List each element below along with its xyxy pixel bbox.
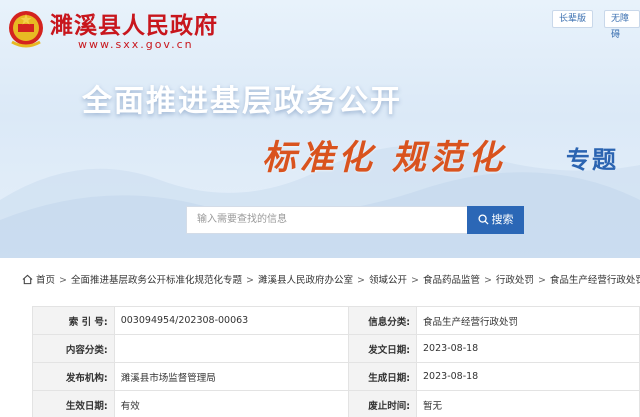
banner-headline: 全面推进基层政务公开 bbox=[82, 84, 402, 119]
expire-time-label: 废止时间: bbox=[348, 390, 418, 417]
home-icon bbox=[22, 274, 33, 285]
breadcrumb-separator: > bbox=[59, 275, 67, 286]
breadcrumb-separator: > bbox=[410, 275, 419, 286]
accessibility-button[interactable]: 无障碍 bbox=[604, 10, 640, 40]
category-value: 食品生产经营行政处罚 bbox=[416, 306, 640, 335]
breadcrumb-item-current[interactable]: 食品生产经营行政处罚 bbox=[550, 275, 640, 286]
table-row: 内容分类: 发文日期: 2023-08-18 bbox=[32, 334, 640, 363]
search-button[interactable]: 搜索 bbox=[467, 206, 524, 234]
breadcrumb-separator: > bbox=[537, 275, 546, 286]
banner-subheadline-suffix: 专题 bbox=[566, 146, 618, 174]
publisher-label: 发布机构: bbox=[32, 362, 115, 391]
search-button-label: 搜索 bbox=[491, 213, 514, 226]
info-table: 索 引 号: 003094954/202308-00063 信息分类: 食品生产… bbox=[32, 306, 640, 417]
content-category-label: 内容分类: bbox=[32, 334, 115, 363]
breadcrumb-separator: > bbox=[483, 275, 492, 286]
breadcrumb-item-office[interactable]: 濉溪县人民政府办公室 bbox=[258, 275, 353, 286]
breadcrumb-item-domain[interactable]: 领域公开 bbox=[369, 275, 407, 286]
elder-mode-button[interactable]: 长辈版 bbox=[552, 10, 594, 28]
breadcrumb-item-topic[interactable]: 全面推进基层政务公开标准化规范化专题 bbox=[71, 275, 242, 286]
generate-date-value: 2023-08-18 bbox=[416, 362, 640, 391]
issue-date-value: 2023-08-18 bbox=[416, 334, 640, 363]
site-name[interactable]: 濉溪县人民政府 bbox=[50, 6, 218, 40]
breadcrumb: 首页 > 全面推进基层政务公开标准化规范化专题 > 濉溪县人民政府办公室 > 领域公开 > 食品… bbox=[22, 272, 640, 286]
index-value: 003094954/202308-00063 bbox=[113, 306, 350, 335]
issue-date-label: 发文日期: bbox=[348, 334, 418, 363]
expire-time-value: 暂无 bbox=[416, 390, 640, 417]
search-icon bbox=[477, 214, 489, 225]
breadcrumb-separator: > bbox=[356, 275, 365, 286]
content-category-value bbox=[113, 334, 350, 363]
breadcrumb-separator: > bbox=[246, 275, 254, 286]
publisher-value: 濉溪县市场监督管理局 bbox=[113, 362, 350, 391]
category-label: 信息分类: bbox=[348, 306, 418, 335]
breadcrumb-home[interactable]: 首页 bbox=[36, 275, 55, 286]
table-row: 索 引 号: 003094954/202308-00063 信息分类: 食品生产… bbox=[32, 306, 640, 335]
header-banner: 濉溪县人民政府 www.sxx.gov.cn 长辈版 无障碍 全面推进基层政务公… bbox=[0, 0, 640, 258]
effective-date-label: 生效日期: bbox=[32, 390, 115, 417]
breadcrumb-item-food-drug[interactable]: 食品药品监管 bbox=[423, 275, 480, 286]
table-row: 发布机构: 濉溪县市场监督管理局 生成日期: 2023-08-18 bbox=[32, 362, 640, 391]
effective-date-value: 有效 bbox=[113, 390, 350, 417]
national-emblem-icon bbox=[9, 11, 43, 48]
site-url: www.sxx.gov.cn bbox=[78, 38, 194, 51]
table-row: 生效日期: 有效 废止时间: 暂无 bbox=[32, 390, 640, 417]
search-input[interactable]: 输入需要查找的信息 bbox=[186, 206, 468, 234]
breadcrumb-item-penalty[interactable]: 行政处罚 bbox=[496, 275, 534, 286]
generate-date-label: 生成日期: bbox=[348, 362, 418, 391]
banner-subheadline: 标准化 规范化 bbox=[262, 138, 506, 178]
index-label: 索 引 号: bbox=[32, 306, 115, 335]
